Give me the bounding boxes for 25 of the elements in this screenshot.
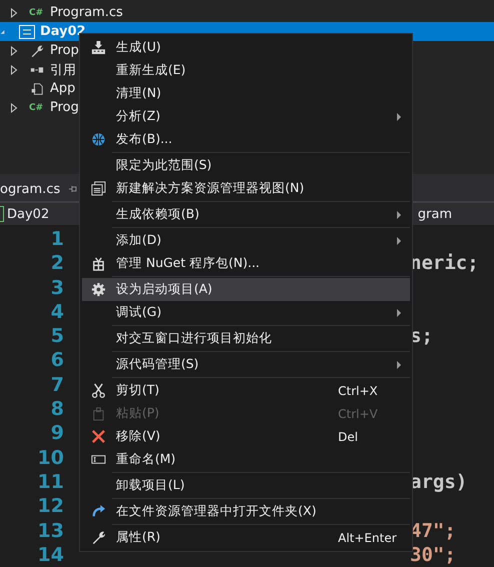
line-number: 2: [50, 252, 64, 274]
line-number: 3: [50, 276, 64, 299]
line-number: 6: [50, 349, 64, 372]
tree-item-label: App: [50, 81, 76, 96]
csharp-file-icon: C#: [29, 102, 45, 112]
line-number: 4: [50, 300, 64, 323]
line-number: 10: [36, 446, 64, 469]
line-number: 5: [50, 325, 64, 348]
csharp-file-icon: C#: [29, 8, 45, 18]
tree-item-label: Prop: [50, 43, 79, 58]
line-number: 7: [50, 374, 64, 396]
tree-item-label: Prog: [50, 100, 79, 115]
code-text: 47";: [410, 520, 457, 542]
line-number: 9: [50, 422, 64, 444]
code-text: 30";: [410, 544, 457, 566]
tree-item-label: 引用: [50, 62, 76, 78]
tree-item-label: Day02: [40, 24, 86, 39]
code-text: args): [410, 470, 468, 493]
line-number: 12: [36, 495, 64, 518]
tree-item-label: Program.cs: [50, 5, 123, 20]
line-number: 1: [50, 228, 64, 250]
line-number: 8: [50, 398, 64, 420]
line-number: 13: [36, 520, 64, 542]
line-number: 11: [36, 470, 64, 493]
line-number: 14: [36, 544, 64, 566]
